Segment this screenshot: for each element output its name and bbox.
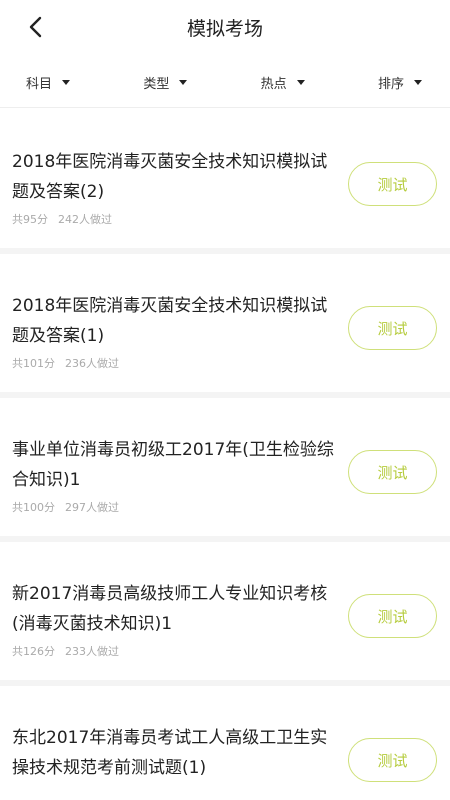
exam-meta: 共101分 236人做过 — [12, 355, 119, 371]
exam-item[interactable]: 东北2017年消毒员考试工人高级工卫生实操技术规范考前测试题(1) 测试 — [0, 686, 450, 800]
filter-label: 类型 — [143, 77, 170, 92]
exam-done-count: 242人做过 — [58, 213, 112, 226]
exam-title: 2018年医院消毒灭菌安全技术知识模拟试题及答案(2) — [12, 152, 328, 202]
caret-down-icon — [296, 80, 305, 85]
filter-sort[interactable]: 排序 — [378, 73, 422, 92]
test-button[interactable]: 测试 — [348, 738, 437, 782]
exam-done-count: 236人做过 — [65, 357, 119, 370]
exam-meta: 共95分 242人做过 — [12, 211, 112, 227]
exam-title: 2018年医院消毒灭菌安全技术知识模拟试题及答案(1) — [12, 296, 328, 346]
exam-item[interactable]: 2018年医院消毒灭菌安全技术知识模拟试题及答案(2) 共95分 242人做过 测… — [0, 110, 450, 254]
filter-label: 科目 — [26, 77, 53, 92]
exam-item[interactable]: 事业单位消毒员初级工2017年(卫生检验综合知识)1 共100分 297人做过 测… — [0, 398, 450, 542]
filter-hot[interactable]: 热点 — [261, 73, 305, 92]
filter-label: 排序 — [377, 77, 404, 92]
filter-bar: 科目 类型 热点 排序 — [0, 58, 450, 108]
exam-title: 事业单位消毒员初级工2017年(卫生检验综合知识)1 — [12, 440, 334, 490]
exam-title: 新2017消毒员高级技师工人专业知识考核(消毒灭菌技术知识)1 — [12, 584, 328, 634]
caret-down-icon — [414, 80, 422, 85]
test-button[interactable]: 测试 — [348, 306, 437, 350]
test-button[interactable]: 测试 — [348, 450, 437, 494]
test-button[interactable]: 测试 — [348, 162, 437, 206]
exam-title: 东北2017年消毒员考试工人高级工卫生实操技术规范考前测试题(1) — [12, 728, 328, 778]
exam-score: 共100分 — [12, 501, 55, 514]
test-button[interactable]: 测试 — [348, 594, 437, 638]
exam-meta: 共126分 233人做过 — [12, 643, 119, 659]
caret-down-icon — [179, 80, 188, 85]
caret-down-icon — [62, 80, 71, 85]
exam-list: 2018年医院消毒灭菌安全技术知识模拟试题及答案(2) 共95分 242人做过 测… — [0, 110, 450, 800]
exam-item[interactable]: 2018年医院消毒灭菌安全技术知识模拟试题及答案(1) 共101分 236人做过 … — [0, 254, 450, 398]
exam-score: 共95分 — [12, 213, 48, 226]
filter-label: 热点 — [260, 77, 287, 92]
page-title: 模拟考场 — [186, 18, 263, 40]
exam-item[interactable]: 新2017消毒员高级技师工人专业知识考核(消毒灭菌技术知识)1 共126分 233… — [0, 542, 450, 686]
exam-score: 共126分 — [12, 645, 55, 658]
exam-done-count: 233人做过 — [65, 645, 119, 658]
app-header: 模拟考场 — [0, 0, 450, 58]
exam-meta: 共100分 297人做过 — [12, 499, 119, 515]
exam-score: 共101分 — [12, 357, 55, 370]
filter-type[interactable]: 类型 — [143, 73, 188, 92]
exam-done-count: 297人做过 — [65, 501, 119, 514]
filter-subject[interactable]: 科目 — [26, 73, 71, 92]
